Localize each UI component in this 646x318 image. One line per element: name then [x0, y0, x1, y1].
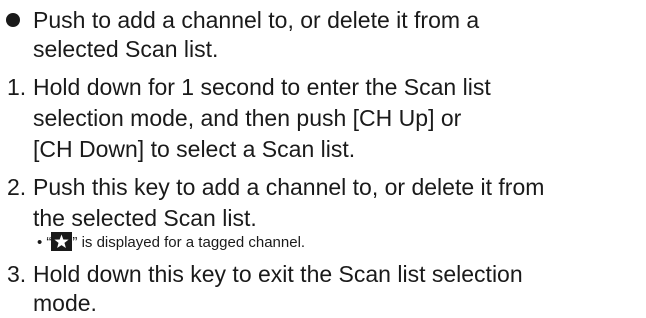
bullet-text-line-1: Push to add a channel to, or delete it f…	[33, 7, 480, 33]
note-prefix: • “	[37, 234, 52, 251]
note-suffix: ” is displayed for a tagged channel.	[72, 234, 306, 251]
step-2-note: • “ ” is displayed for a tagged channel.	[37, 232, 305, 253]
step-3-line-1: Hold down this key to exit the Scan list…	[33, 261, 523, 287]
step-number: 3.	[7, 261, 27, 287]
step-1-line-1: Hold down for 1 second to enter the Scan…	[33, 74, 491, 100]
step-number: 1.	[7, 74, 27, 100]
step-1-line-3: [CH Down] to select a Scan list.	[33, 136, 356, 162]
step-number: 2.	[7, 174, 27, 200]
star-icon	[51, 232, 73, 251]
instruction-document: Push to add a channel to, or delete it f…	[0, 0, 646, 318]
bullet-dot-icon	[6, 13, 20, 27]
bullet-text-line-2: selected Scan list.	[33, 36, 219, 62]
step-1-line-2: selection mode, and then push [CH Up] or	[33, 105, 462, 131]
step-3-line-2: mode.	[33, 290, 97, 316]
step-2-line-1: Push this key to add a channel to, or de…	[33, 174, 545, 200]
step-2-line-2: the selected Scan list.	[33, 205, 257, 231]
